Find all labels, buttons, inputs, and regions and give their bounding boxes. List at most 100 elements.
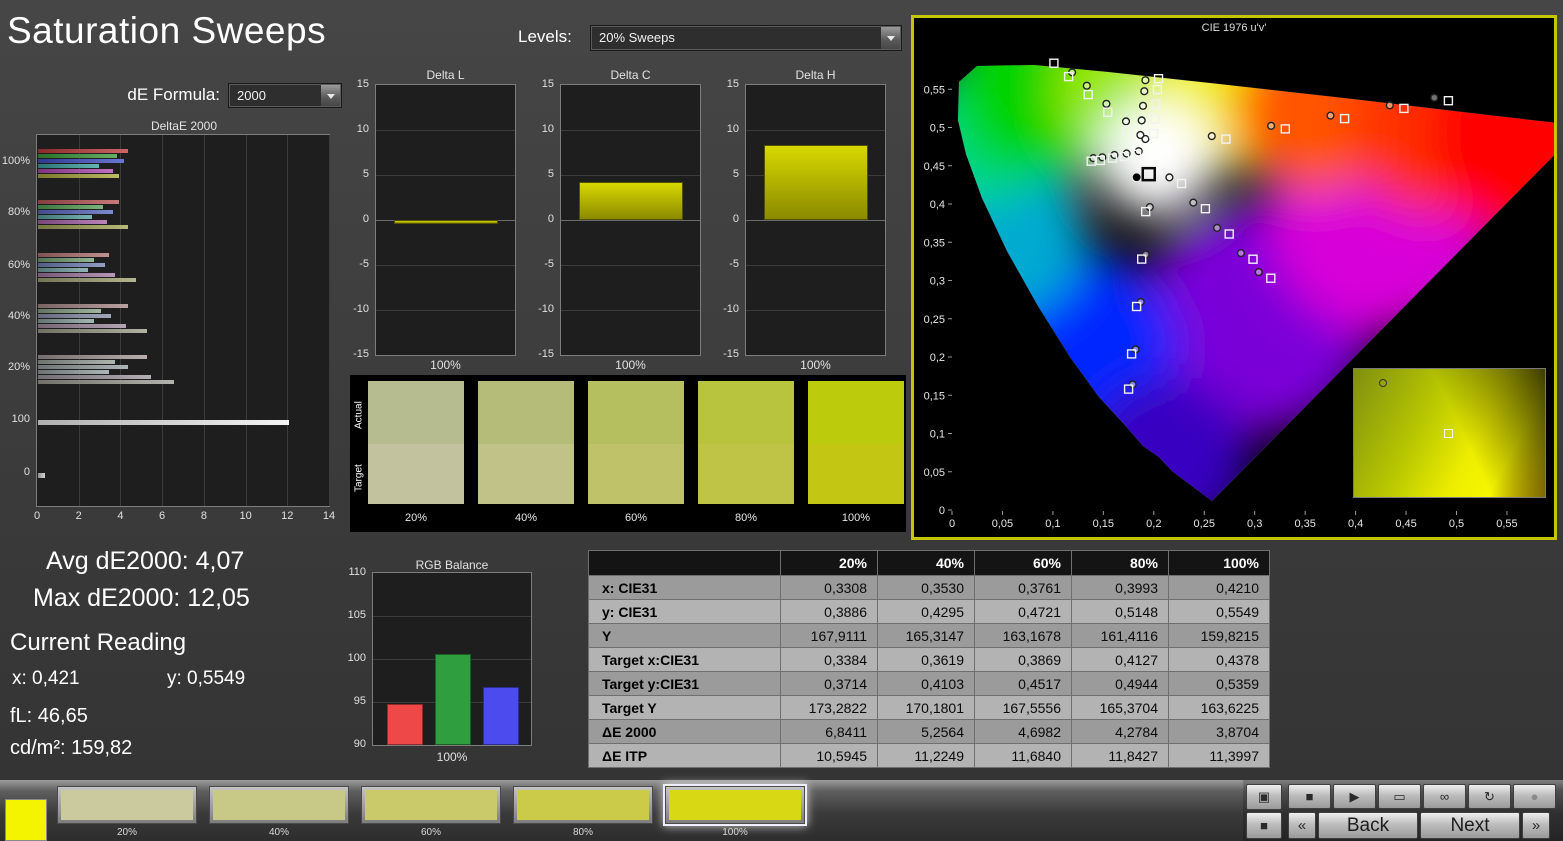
svg-text:0,55: 0,55	[1496, 518, 1517, 530]
deltae-bar	[38, 473, 46, 478]
delta-l-y-axis: 15 10 5 0 -5 -10 -15	[348, 78, 372, 360]
table-cell: 4,2784	[1071, 719, 1169, 744]
measurement-table-grid: 20% 40% 60% 80% 100% x: CIE31 0,3308 0,3530 0,37…	[588, 550, 1270, 768]
gridline	[376, 175, 515, 176]
target-swatch	[698, 444, 794, 504]
stop-pattern-icon[interactable]: ■	[1246, 812, 1282, 839]
stop-icon[interactable]: ■	[1288, 784, 1331, 809]
deltae-y-axis: 100% 80% 60% 40% 20% 100 0	[0, 134, 33, 507]
display-icon[interactable]: ▣	[1246, 784, 1282, 810]
deltae-y-label: 100%	[1, 155, 30, 167]
pattern-level-tile[interactable]	[665, 786, 805, 824]
table-row: ΔE ITP 10,5945 11,2249 11,6840 11,8427 11,399…	[588, 743, 1270, 768]
table-cell: 0,4721	[974, 599, 1072, 624]
deltae-bar	[38, 273, 116, 277]
delta-c-title: Delta C	[610, 68, 651, 82]
pattern-level-tile[interactable]	[209, 786, 349, 824]
play-icon: ▶	[1349, 788, 1360, 804]
gridline	[561, 265, 700, 266]
chevron-down-icon[interactable]	[321, 85, 340, 106]
pattern-level-label: 40%	[268, 827, 289, 838]
next-chevron-icon[interactable]: »	[1522, 812, 1550, 839]
cie-measured-marker	[1138, 101, 1148, 110]
loop-icon[interactable]: ∞	[1423, 784, 1466, 809]
target-swatch	[368, 444, 464, 504]
rgb-balance-title: RGB Balance	[415, 558, 489, 572]
svg-text:0: 0	[949, 518, 955, 530]
table-row-label: y: CIE31	[588, 599, 781, 624]
pattern-level-label: 80%	[572, 827, 593, 838]
svg-text:0,2: 0,2	[930, 352, 945, 364]
cie-inset-measured-marker	[1379, 379, 1387, 387]
delta-bar	[764, 145, 868, 220]
swatch-level-label: 60%	[624, 512, 648, 524]
pattern-level-swatch	[213, 790, 345, 820]
pattern-level-tile[interactable]	[57, 786, 197, 824]
delta-y-label: 15	[726, 78, 739, 90]
table-cell: 0,3993	[1071, 575, 1169, 600]
current-pattern-swatch	[5, 799, 47, 841]
table-row-label: Target x:CIE31	[588, 647, 781, 672]
current-x: x: 0,421	[12, 668, 80, 689]
deltae-y-label: 100	[11, 413, 30, 425]
play-icon[interactable]: ▶	[1333, 784, 1376, 809]
cie-measured-marker	[1140, 87, 1149, 96]
levels-dropdown[interactable]: 20% Sweeps	[590, 25, 902, 51]
delta-y-label: -10	[538, 303, 554, 315]
cie-measured-marker	[1385, 101, 1394, 110]
table-cell: 167,9111	[780, 623, 878, 648]
window-icon[interactable]: ▭	[1378, 784, 1421, 809]
delta-y-label: 15	[356, 78, 369, 90]
table-cell: 0,3530	[877, 575, 975, 600]
gridline	[746, 265, 885, 266]
table-cell: 0,3761	[974, 575, 1072, 600]
target-swatch	[808, 444, 904, 504]
de-formula-dropdown[interactable]: 2000	[228, 83, 342, 108]
cie-target-marker	[1200, 203, 1211, 214]
delta-y-label: -5	[544, 258, 554, 270]
cie-measured-marker	[1236, 249, 1246, 258]
table-row: Y 167,9111 165,3147 163,1678 161,4116 159,821…	[588, 623, 1270, 648]
pattern-level-tile[interactable]	[513, 786, 653, 824]
chevron-down-icon[interactable]	[881, 27, 900, 49]
delta-y-label: 0	[547, 213, 554, 225]
record-icon[interactable]: ●	[1513, 784, 1556, 809]
svg-text:0: 0	[939, 505, 945, 517]
deltae-bar	[38, 154, 118, 158]
deltae-x-label: 4	[117, 510, 124, 522]
svg-text:0,45: 0,45	[924, 161, 945, 173]
delta-bar	[579, 182, 683, 220]
deltae-bar	[38, 355, 147, 359]
window-icon: ▭	[1393, 788, 1406, 804]
deltae-bar	[38, 205, 103, 209]
cie-measured-marker	[1267, 121, 1276, 130]
rgb-y-label: 90	[353, 738, 366, 750]
delta-c-y-axis: 15 10 5 0 -5 -10 -15	[533, 78, 557, 360]
table-cell: 0,4210	[1168, 575, 1270, 600]
de-formula-value: 2000	[237, 88, 266, 103]
refresh-icon[interactable]: ↻	[1468, 784, 1511, 809]
rgb-y-axis: 110 105 100 95 90	[342, 566, 369, 750]
svg-text:0,15: 0,15	[924, 390, 945, 402]
swatch-column: 60%	[588, 375, 684, 532]
cie-measured-marker	[1326, 111, 1335, 120]
table-cell: 163,1678	[974, 623, 1072, 648]
pattern-level-swatch	[669, 790, 801, 820]
delta-y-label: -5	[729, 258, 739, 270]
table-cell: 11,2249	[877, 743, 975, 768]
table-cell: 0,4295	[877, 599, 975, 624]
delta-h-title: Delta H	[795, 68, 836, 82]
table-header-row: 20% 40% 60% 80% 100%	[588, 550, 1270, 576]
deltae-y-label: 80%	[7, 206, 30, 218]
pattern-level-label: 20%	[116, 827, 137, 838]
next-button[interactable]: Next	[1420, 812, 1520, 839]
back-chevron-icon[interactable]: «	[1288, 812, 1316, 839]
deltae-x-axis: 0 2 4 6 8 10 12 14	[34, 510, 335, 524]
table-cell: 11,3997	[1168, 743, 1270, 768]
pattern-level-tile[interactable]	[361, 786, 501, 824]
gridline	[162, 135, 164, 506]
table-column-header: 20%	[780, 550, 878, 576]
target-row-label: Target	[353, 464, 365, 492]
back-button[interactable]: Back	[1318, 812, 1418, 839]
table-cell: 159,8215	[1168, 623, 1270, 648]
